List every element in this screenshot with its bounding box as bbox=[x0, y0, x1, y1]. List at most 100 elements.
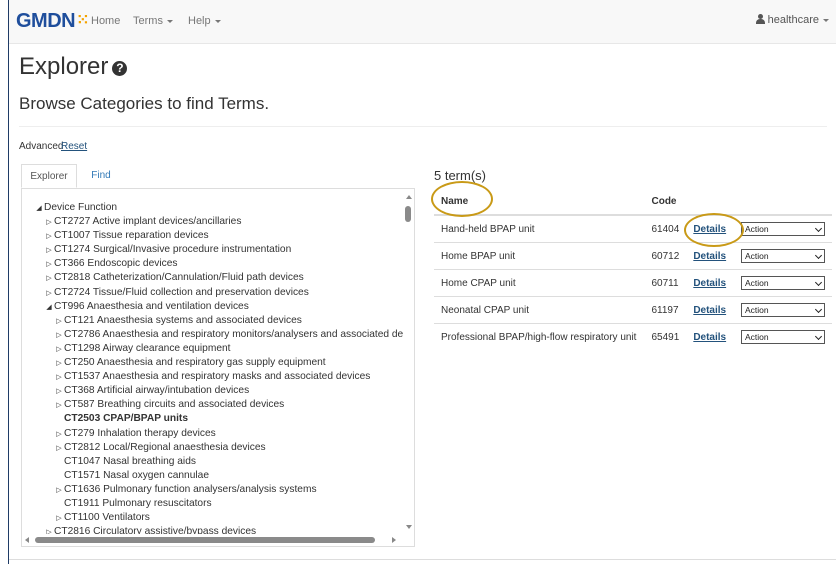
tree-node[interactable]: ▷ CT2724 Tissue/Fluid collection and pres… bbox=[22, 286, 402, 300]
expand-closed-icon[interactable]: ▷ bbox=[54, 484, 64, 498]
tree-node-label[interactable]: CT2727 Active implant devices/ancillarie… bbox=[54, 216, 241, 227]
tree-node-label[interactable]: CT1047 Nasal breathing aids bbox=[64, 456, 196, 467]
tree-node-label[interactable]: Device Function bbox=[44, 202, 117, 213]
tree-node-label[interactable]: CT1537 Anaesthesia and respiratory masks… bbox=[64, 371, 370, 382]
expand-closed-icon[interactable]: ▷ bbox=[44, 258, 54, 272]
tree-node-label[interactable]: CT279 Inhalation therapy devices bbox=[64, 428, 216, 439]
cell-action: Action bbox=[734, 296, 832, 324]
action-select[interactable]: Action bbox=[741, 303, 825, 317]
nav-terms-dropdown[interactable]: Terms bbox=[133, 15, 173, 27]
expand-closed-icon[interactable]: ▷ bbox=[44, 244, 54, 258]
navbar: GMDN⁙ Home Terms Help healthcare bbox=[9, 0, 836, 44]
results-body: Hand-held BPAP unit 61404 Details Action Hom… bbox=[434, 215, 832, 350]
tree-node[interactable]: ▷ CT1100 Ventilators bbox=[22, 511, 402, 525]
table-row: Hand-held BPAP unit 61404 Details Action bbox=[434, 215, 832, 243]
chevron-down-icon bbox=[823, 18, 829, 22]
tree-node[interactable]: CT1911 Pulmonary resuscitators bbox=[22, 497, 402, 511]
expand-closed-icon[interactable]: ▷ bbox=[44, 272, 54, 286]
tree-node[interactable]: ▷ CT121 Anaesthesia systems and associate… bbox=[22, 314, 402, 328]
tree-node-label[interactable]: CT2786 Anaesthesia and respiratory monit… bbox=[64, 329, 411, 340]
tree-node-label[interactable]: CT1274 Surgical/Invasive procedure instr… bbox=[54, 244, 291, 255]
column-header-code[interactable]: Code bbox=[644, 188, 687, 216]
action-select[interactable]: Action bbox=[741, 330, 825, 344]
scroll-left-icon[interactable] bbox=[25, 537, 29, 543]
tree-node[interactable]: ▷ CT366 Endoscopic devices bbox=[22, 257, 402, 271]
tree-node-label[interactable]: CT1298 Airway clearance equipment bbox=[64, 343, 231, 354]
expand-closed-icon[interactable]: ▷ bbox=[44, 287, 54, 301]
tree-node-label[interactable]: CT1007 Tissue reparation devices bbox=[54, 230, 209, 241]
tree-node-label[interactable]: CT250 Anaesthesia and respiratory gas su… bbox=[64, 357, 326, 368]
scroll-down-icon[interactable] bbox=[406, 525, 412, 529]
tree-node[interactable]: ▷ CT279 Inhalation therapy devices bbox=[22, 427, 402, 441]
help-icon[interactable]: ? bbox=[112, 61, 128, 76]
tree-node[interactable]: ▷ CT2812 Local/Regional anaesthesia devic… bbox=[22, 441, 402, 455]
reset-link[interactable]: Reset bbox=[61, 141, 87, 152]
user-menu[interactable]: healthcare bbox=[755, 14, 829, 26]
tree-node-label[interactable]: CT2812 Local/Regional anaesthesia device… bbox=[64, 442, 266, 453]
expand-closed-icon[interactable]: ▷ bbox=[54, 399, 64, 413]
expand-open-icon[interactable]: ◢ bbox=[34, 202, 44, 216]
expand-closed-icon[interactable]: ▷ bbox=[54, 442, 64, 456]
tree-node-label[interactable]: CT1911 Pulmonary resuscitators bbox=[64, 498, 212, 509]
tree-node-label[interactable]: CT121 Anaesthesia systems and associated… bbox=[64, 315, 302, 326]
tree-node[interactable]: ▷ CT2786 Anaesthesia and respiratory moni… bbox=[22, 328, 410, 343]
tree-node[interactable]: ▷ CT2727 Active implant devices/ancillari… bbox=[22, 215, 402, 229]
expand-closed-icon[interactable]: ▷ bbox=[54, 343, 64, 357]
tree-node[interactable]: ◢ Device Function bbox=[22, 201, 402, 215]
expand-closed-icon[interactable]: ▷ bbox=[54, 371, 64, 385]
tree-node[interactable]: ▷ CT1274 Surgical/Invasive procedure inst… bbox=[22, 243, 402, 257]
details-link[interactable]: Details bbox=[693, 251, 726, 262]
tree-node[interactable]: ▷ CT368 Artificial airway/intubation devi… bbox=[22, 384, 402, 398]
tree-node-label[interactable]: CT2818 Catheterization/Cannulation/Fluid… bbox=[54, 272, 304, 283]
tree-node[interactable]: CT1571 Nasal oxygen cannulae bbox=[22, 469, 402, 483]
nav-help-dropdown[interactable]: Help bbox=[188, 15, 221, 27]
tree-node[interactable]: CT2503 CPAP/BPAP units bbox=[22, 412, 402, 426]
scroll-right-icon[interactable] bbox=[392, 537, 396, 543]
expand-closed-icon[interactable]: ▷ bbox=[54, 512, 64, 526]
horizontal-scrollbar[interactable] bbox=[22, 534, 414, 546]
tree-node[interactable]: ▷ CT1007 Tissue reparation devices bbox=[22, 229, 402, 243]
scroll-up-icon[interactable] bbox=[406, 195, 412, 199]
tab-find[interactable]: Find bbox=[81, 164, 121, 188]
expand-closed-icon[interactable]: ▷ bbox=[54, 428, 64, 442]
tree-node-label[interactable]: CT1571 Nasal oxygen cannulae bbox=[64, 470, 209, 481]
expand-closed-icon[interactable]: ▷ bbox=[54, 385, 64, 399]
details-link[interactable]: Details bbox=[693, 305, 726, 316]
action-select[interactable]: Action bbox=[741, 222, 825, 236]
tree-node[interactable]: ▷ CT2818 Catheterization/Cannulation/Flui… bbox=[22, 271, 402, 285]
tree-node-label[interactable]: CT2503 CPAP/BPAP units bbox=[64, 413, 188, 424]
tree-node[interactable]: ▷ CT1537 Anaesthesia and respiratory mask… bbox=[22, 370, 402, 384]
tree-node-label[interactable]: CT366 Endoscopic devices bbox=[54, 258, 177, 269]
action-select[interactable]: Action bbox=[741, 276, 825, 290]
scroll-thumb-horizontal[interactable] bbox=[35, 537, 375, 543]
tree-node[interactable]: CT1047 Nasal breathing aids bbox=[22, 455, 402, 469]
details-link[interactable]: Details bbox=[693, 332, 726, 343]
tree-node[interactable]: ▷ CT250 Anaesthesia and respiratory gas s… bbox=[22, 356, 402, 370]
expand-closed-icon[interactable]: ▷ bbox=[44, 216, 54, 230]
gmdn-logo[interactable]: GMDN⁙ bbox=[16, 10, 90, 33]
tree-node-label[interactable]: CT996 Anaesthesia and ventilation device… bbox=[54, 301, 249, 312]
tree-node-label[interactable]: CT1100 Ventilators bbox=[64, 512, 150, 523]
expand-open-icon[interactable]: ◢ bbox=[44, 301, 54, 315]
scroll-thumb[interactable] bbox=[405, 206, 411, 222]
expand-closed-icon[interactable]: ▷ bbox=[54, 357, 64, 371]
tree-node[interactable]: ▷ CT1298 Airway clearance equipment bbox=[22, 342, 402, 356]
tab-explorer[interactable]: Explorer bbox=[21, 164, 77, 188]
column-header-name[interactable]: Name bbox=[434, 188, 645, 216]
tree-node[interactable]: ▷ CT587 Breathing circuits and associated… bbox=[22, 398, 402, 412]
expand-closed-icon[interactable]: ▷ bbox=[44, 230, 54, 244]
advanced-link[interactable]: Advanced bbox=[19, 141, 63, 152]
tree-node[interactable]: ◢ CT996 Anaesthesia and ventilation devic… bbox=[22, 300, 402, 314]
tree-node-label[interactable]: CT1636 Pulmonary function analysers/anal… bbox=[64, 484, 317, 495]
tree-node-label[interactable]: CT587 Breathing circuits and associated … bbox=[64, 399, 284, 410]
tree-node[interactable]: ▷ CT1636 Pulmonary function analysers/ana… bbox=[22, 483, 402, 497]
tree-node-label[interactable]: CT2724 Tissue/Fluid collection and prese… bbox=[54, 287, 309, 298]
tree-node-label[interactable]: CT368 Artificial airway/intubation devic… bbox=[64, 385, 249, 396]
details-link[interactable]: Details bbox=[693, 278, 726, 289]
expand-closed-icon[interactable]: ▷ bbox=[54, 329, 64, 343]
vertical-scrollbar[interactable] bbox=[403, 189, 414, 535]
nav-home[interactable]: Home bbox=[91, 15, 120, 27]
expand-closed-icon[interactable]: ▷ bbox=[54, 315, 64, 329]
action-select[interactable]: Action bbox=[741, 249, 825, 263]
details-link[interactable]: Details bbox=[693, 224, 726, 235]
